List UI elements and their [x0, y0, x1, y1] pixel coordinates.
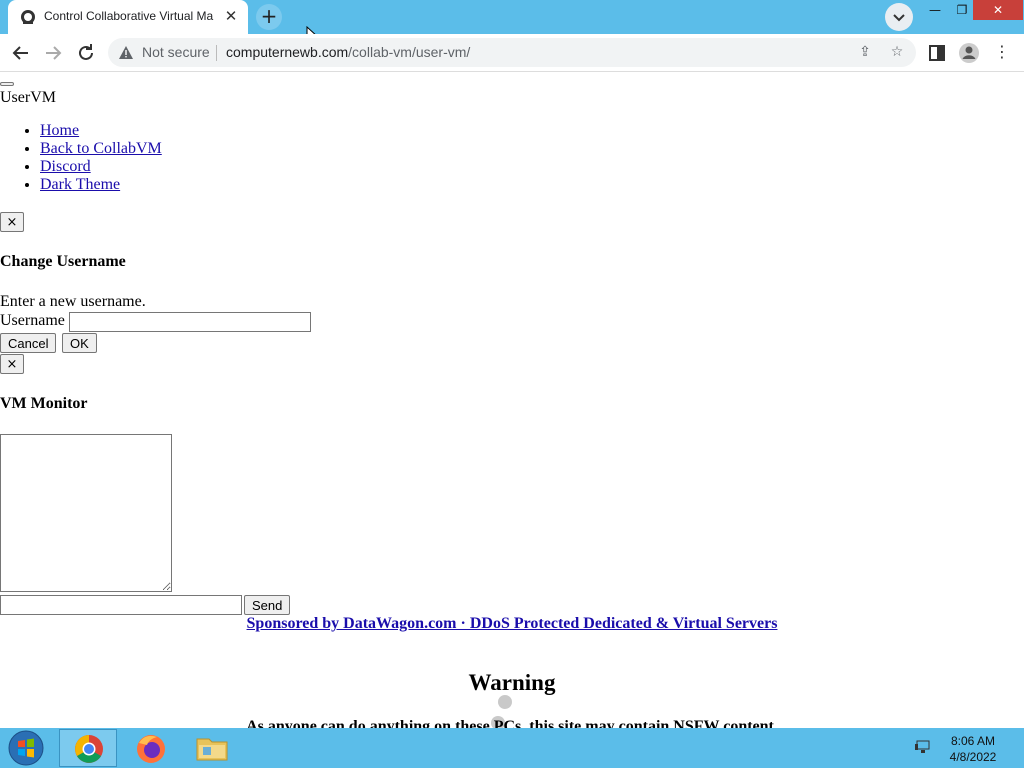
chrome-icon	[75, 735, 103, 763]
nav-item: Back to CollabVM	[40, 140, 162, 158]
nav-link-dark-theme[interactable]: Dark Theme	[40, 176, 120, 193]
active-tab[interactable]: Control Collaborative Virtual Ma ✕	[8, 0, 248, 34]
nav-link-back-to-collabvm[interactable]: Back to CollabVM	[40, 140, 162, 157]
navbar-toggle-button[interactable]	[0, 82, 14, 86]
username-prompt: Enter a new username.	[0, 293, 146, 310]
username-modal-title: Change Username	[0, 253, 126, 270]
system-clock[interactable]: 8:06 AM 4/8/2022	[940, 733, 1006, 765]
nav-link-home[interactable]: Home	[40, 122, 79, 139]
network-tray-icon[interactable]	[914, 738, 932, 761]
not-secure-label[interactable]: Not secure	[142, 44, 210, 60]
reload-button[interactable]	[74, 41, 98, 65]
username-input[interactable]	[69, 312, 311, 332]
address-bar[interactable]: Not secure computernewb.com/collab-vm/us…	[108, 38, 916, 67]
arrow-right-icon	[46, 46, 62, 60]
back-button[interactable]	[9, 41, 33, 65]
omnibox-separator	[216, 45, 217, 61]
warning-heading: Warning	[468, 670, 556, 695]
cancel-button[interactable]: Cancel	[0, 333, 57, 353]
taskbar: 8:06 AM 4/8/2022	[0, 728, 1024, 768]
file-explorer-icon	[196, 738, 228, 761]
brand-title: UserVM	[0, 89, 56, 106]
send-button[interactable]: Send	[244, 595, 291, 615]
collabvm-favicon-icon	[21, 10, 35, 24]
username-close-button[interactable]: ×	[0, 212, 24, 232]
nav-item: Discord	[40, 158, 162, 176]
reload-icon	[79, 44, 93, 60]
url-path: /collab-vm/user-vm/	[348, 44, 471, 60]
sponsor-banner: Sponsored by DataWagon.com · DDoS Protec…	[0, 615, 1024, 633]
taskbar-file-explorer[interactable]	[183, 729, 241, 767]
ok-button[interactable]: OK	[62, 333, 97, 353]
bookmark-star-icon[interactable]: ☆	[888, 44, 906, 62]
firefox-icon	[137, 735, 165, 763]
tab-search-button[interactable]	[885, 3, 913, 31]
sponsor-link[interactable]: Sponsored by DataWagon.com · DDoS Protec…	[247, 615, 778, 632]
nav-menu: Home Back to CollabVM Discord Dark Theme	[0, 122, 162, 194]
share-icon[interactable]: ⇪	[856, 44, 874, 62]
kebab-menu-icon[interactable]: ⋮	[991, 42, 1013, 64]
username-label: Username	[0, 312, 65, 329]
window-close-button[interactable]: ✕	[973, 0, 1023, 20]
vm-monitor-title: VM Monitor	[0, 395, 88, 412]
taskbar-chrome[interactable]	[59, 729, 117, 767]
arrow-left-icon	[12, 46, 28, 60]
monitor-close-button[interactable]: ×	[0, 354, 24, 374]
warning-text: As anyone can do anything on these PCs, …	[246, 718, 778, 728]
clock-date: 4/8/2022	[949, 750, 997, 764]
nav-link-discord[interactable]: Discord	[40, 158, 91, 175]
tab-title: Control Collaborative Virtual Ma	[44, 9, 214, 23]
loading-dot	[498, 695, 512, 709]
vm-monitor-output[interactable]	[0, 434, 172, 592]
nav-item: Home	[40, 122, 162, 140]
clock-time: 8:06 AM	[950, 734, 996, 748]
chevron-down-icon	[893, 14, 905, 22]
windows-start-orb-icon	[8, 730, 44, 766]
new-tab-button[interactable]: +	[256, 4, 282, 30]
start-button[interactable]	[6, 729, 46, 767]
page-content: UserVM Home Back to CollabVM Discord Dar…	[0, 72, 1024, 728]
nav-item: Dark Theme	[40, 176, 162, 194]
tab-close-icon[interactable]: ✕	[222, 7, 240, 25]
profile-avatar-icon[interactable]	[958, 42, 980, 64]
url-host: computernewb.com	[226, 44, 349, 60]
monitor-command-input[interactable]	[0, 595, 242, 615]
side-panel-icon[interactable]	[926, 42, 948, 64]
browser-toolbar: Not secure computernewb.com/collab-vm/us…	[0, 34, 1024, 72]
tab-strip: Control Collaborative Virtual Ma ✕ + — ❐…	[0, 0, 1024, 46]
taskbar-firefox[interactable]	[121, 729, 179, 767]
forward-button[interactable]	[41, 41, 65, 65]
warning-triangle-icon	[119, 46, 133, 59]
url-text[interactable]: computernewb.com/collab-vm/user-vm/	[226, 44, 470, 60]
